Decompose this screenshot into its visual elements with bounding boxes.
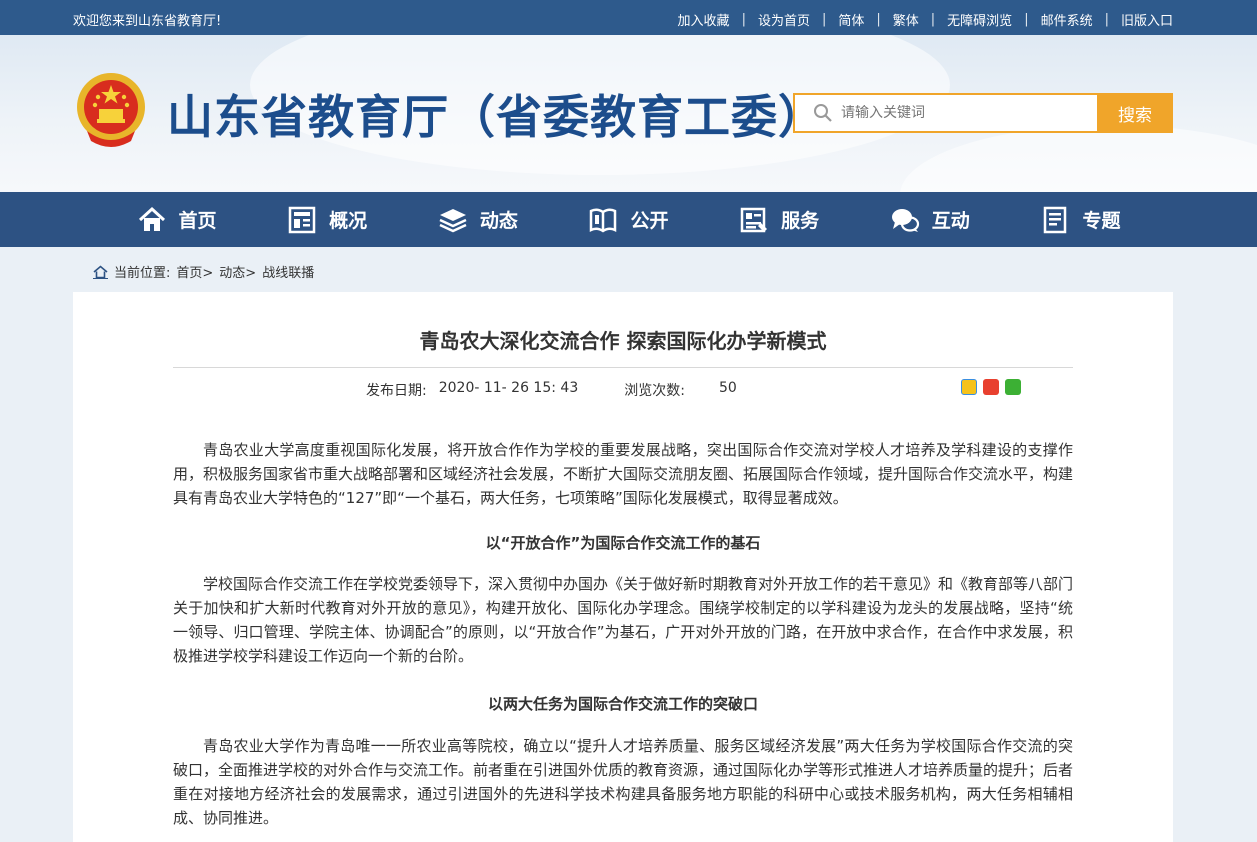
add-favorite-link[interactable]: 加入收藏 (678, 10, 730, 29)
nav-item-overview[interactable]: 概况 (287, 192, 367, 247)
home-icon (138, 206, 165, 231)
article-meta: 发布日期: 2020- 11- 26 15: 43 浏览次数: 50 (366, 380, 737, 400)
old-version-link[interactable]: 旧版入口 (1121, 10, 1173, 29)
separator: | (930, 12, 936, 27)
nav-item-topics[interactable]: 专题 (1040, 192, 1120, 247)
set-homepage-link[interactable]: 设为首页 (758, 10, 810, 29)
breadcrumb-home[interactable]: 首页> (176, 262, 213, 281)
search-button[interactable]: 搜索 (1097, 93, 1173, 133)
article-subheading: 以两大任务为国际合作交流工作的突破口 (487, 695, 758, 713)
article-panel: 青岛农大深化交流合作 探索国际化办学新模式 发布日期: 2020- 11- 26… (73, 292, 1173, 842)
main-nav: 首页 概况 动态 公开 服务 互动 专题 (0, 192, 1257, 247)
nav-label: 互动 (931, 210, 970, 232)
nav-item-interaction[interactable]: 互动 (890, 192, 970, 247)
header-background-cloud (900, 125, 1257, 192)
qzone-share-icon[interactable] (961, 379, 977, 395)
views-label: 浏览次数: (624, 383, 685, 399)
separator: | (741, 12, 746, 27)
search-bar: 搜索 (793, 93, 1173, 133)
nav-label: 概况 (329, 210, 368, 232)
article-paragraph: 青岛农业大学高度重视国际化发展，将开放合作作为学校的重要发展战略，突出国际合作交… (173, 441, 1074, 507)
book-icon (590, 207, 617, 233)
overview-icon (288, 206, 316, 233)
layers-icon (439, 208, 467, 232)
nav-item-home[interactable]: 首页 (137, 192, 217, 247)
accessibility-link[interactable]: 无障碍浏览 (947, 10, 1012, 29)
search-input[interactable] (841, 105, 1071, 121)
article-paragraph: 青岛农业大学作为青岛唯一一所农业高等院校，确立以“提升人才培养质量、服务区域经济… (173, 737, 1074, 827)
breadcrumb-current[interactable]: 战线联播 (262, 262, 314, 281)
search-box (793, 93, 1097, 133)
traditional-chinese-link[interactable]: 繁体 (893, 10, 919, 29)
site-header: 山东省教育厅（省委教育工委） 搜索 (0, 35, 1257, 192)
site-title: 山东省教育厅（省委教育工委） (167, 90, 825, 144)
top-bar: 欢迎您来到山东省教育厅! 加入收藏 | 设为首页 | 简体 | 繁体 | 无障碍浏览 | … (0, 0, 1257, 35)
publish-date: 2020- 11- 26 15: 43 (438, 380, 579, 396)
nav-label: 公开 (630, 210, 669, 232)
breadcrumb-news[interactable]: 动态> (219, 262, 256, 281)
welcome-text: 欢迎您来到山东省教育厅! (73, 14, 222, 29)
separator: | (1024, 12, 1029, 27)
simplified-chinese-link[interactable]: 简体 (838, 10, 864, 29)
date-label: 发布日期: (366, 383, 427, 399)
home-icon (93, 264, 108, 279)
separator: | (1104, 12, 1109, 27)
breadcrumb: 当前位置: 首页> 动态> 战线联播 (93, 262, 314, 281)
article-paragraph: 学校国际合作交流工作在学校党委领导下，深入贯彻中办国办《关于做好新时期教育对外开… (173, 575, 1074, 665)
article-title: 青岛农大深化交流合作 探索国际化办学新模式 (419, 329, 827, 353)
share-buttons (961, 379, 1021, 395)
nav-label: 动态 (479, 210, 518, 232)
title-divider (173, 367, 1073, 368)
separator: | (876, 12, 881, 27)
national-emblem-icon (77, 73, 145, 147)
mail-system-link[interactable]: 邮件系统 (1041, 10, 1093, 29)
nav-label: 首页 (178, 210, 217, 232)
views-count: 50 (718, 380, 737, 396)
nav-item-news[interactable]: 动态 (438, 192, 518, 247)
article-subheading: 以“开放合作”为国际合作交流工作的基石 (485, 534, 761, 552)
wechat-share-icon[interactable] (1005, 379, 1021, 395)
breadcrumb-prefix: 当前位置: (114, 266, 171, 281)
search-icon (814, 104, 832, 122)
document-icon (1044, 206, 1067, 233)
separator: | (821, 12, 827, 27)
nav-label: 专题 (1082, 210, 1121, 232)
top-links: 加入收藏 | 设为首页 | 简体 | 繁体 | 无障碍浏览 | 邮件系统 | 旧版入口 (678, 10, 1173, 29)
nav-label: 服务 (781, 210, 820, 232)
nav-item-public[interactable]: 公开 (588, 192, 668, 247)
nav-item-service[interactable]: 服务 (739, 192, 819, 247)
service-icon (740, 207, 768, 232)
weibo-share-icon[interactable] (983, 379, 999, 395)
chat-icon (891, 208, 919, 232)
